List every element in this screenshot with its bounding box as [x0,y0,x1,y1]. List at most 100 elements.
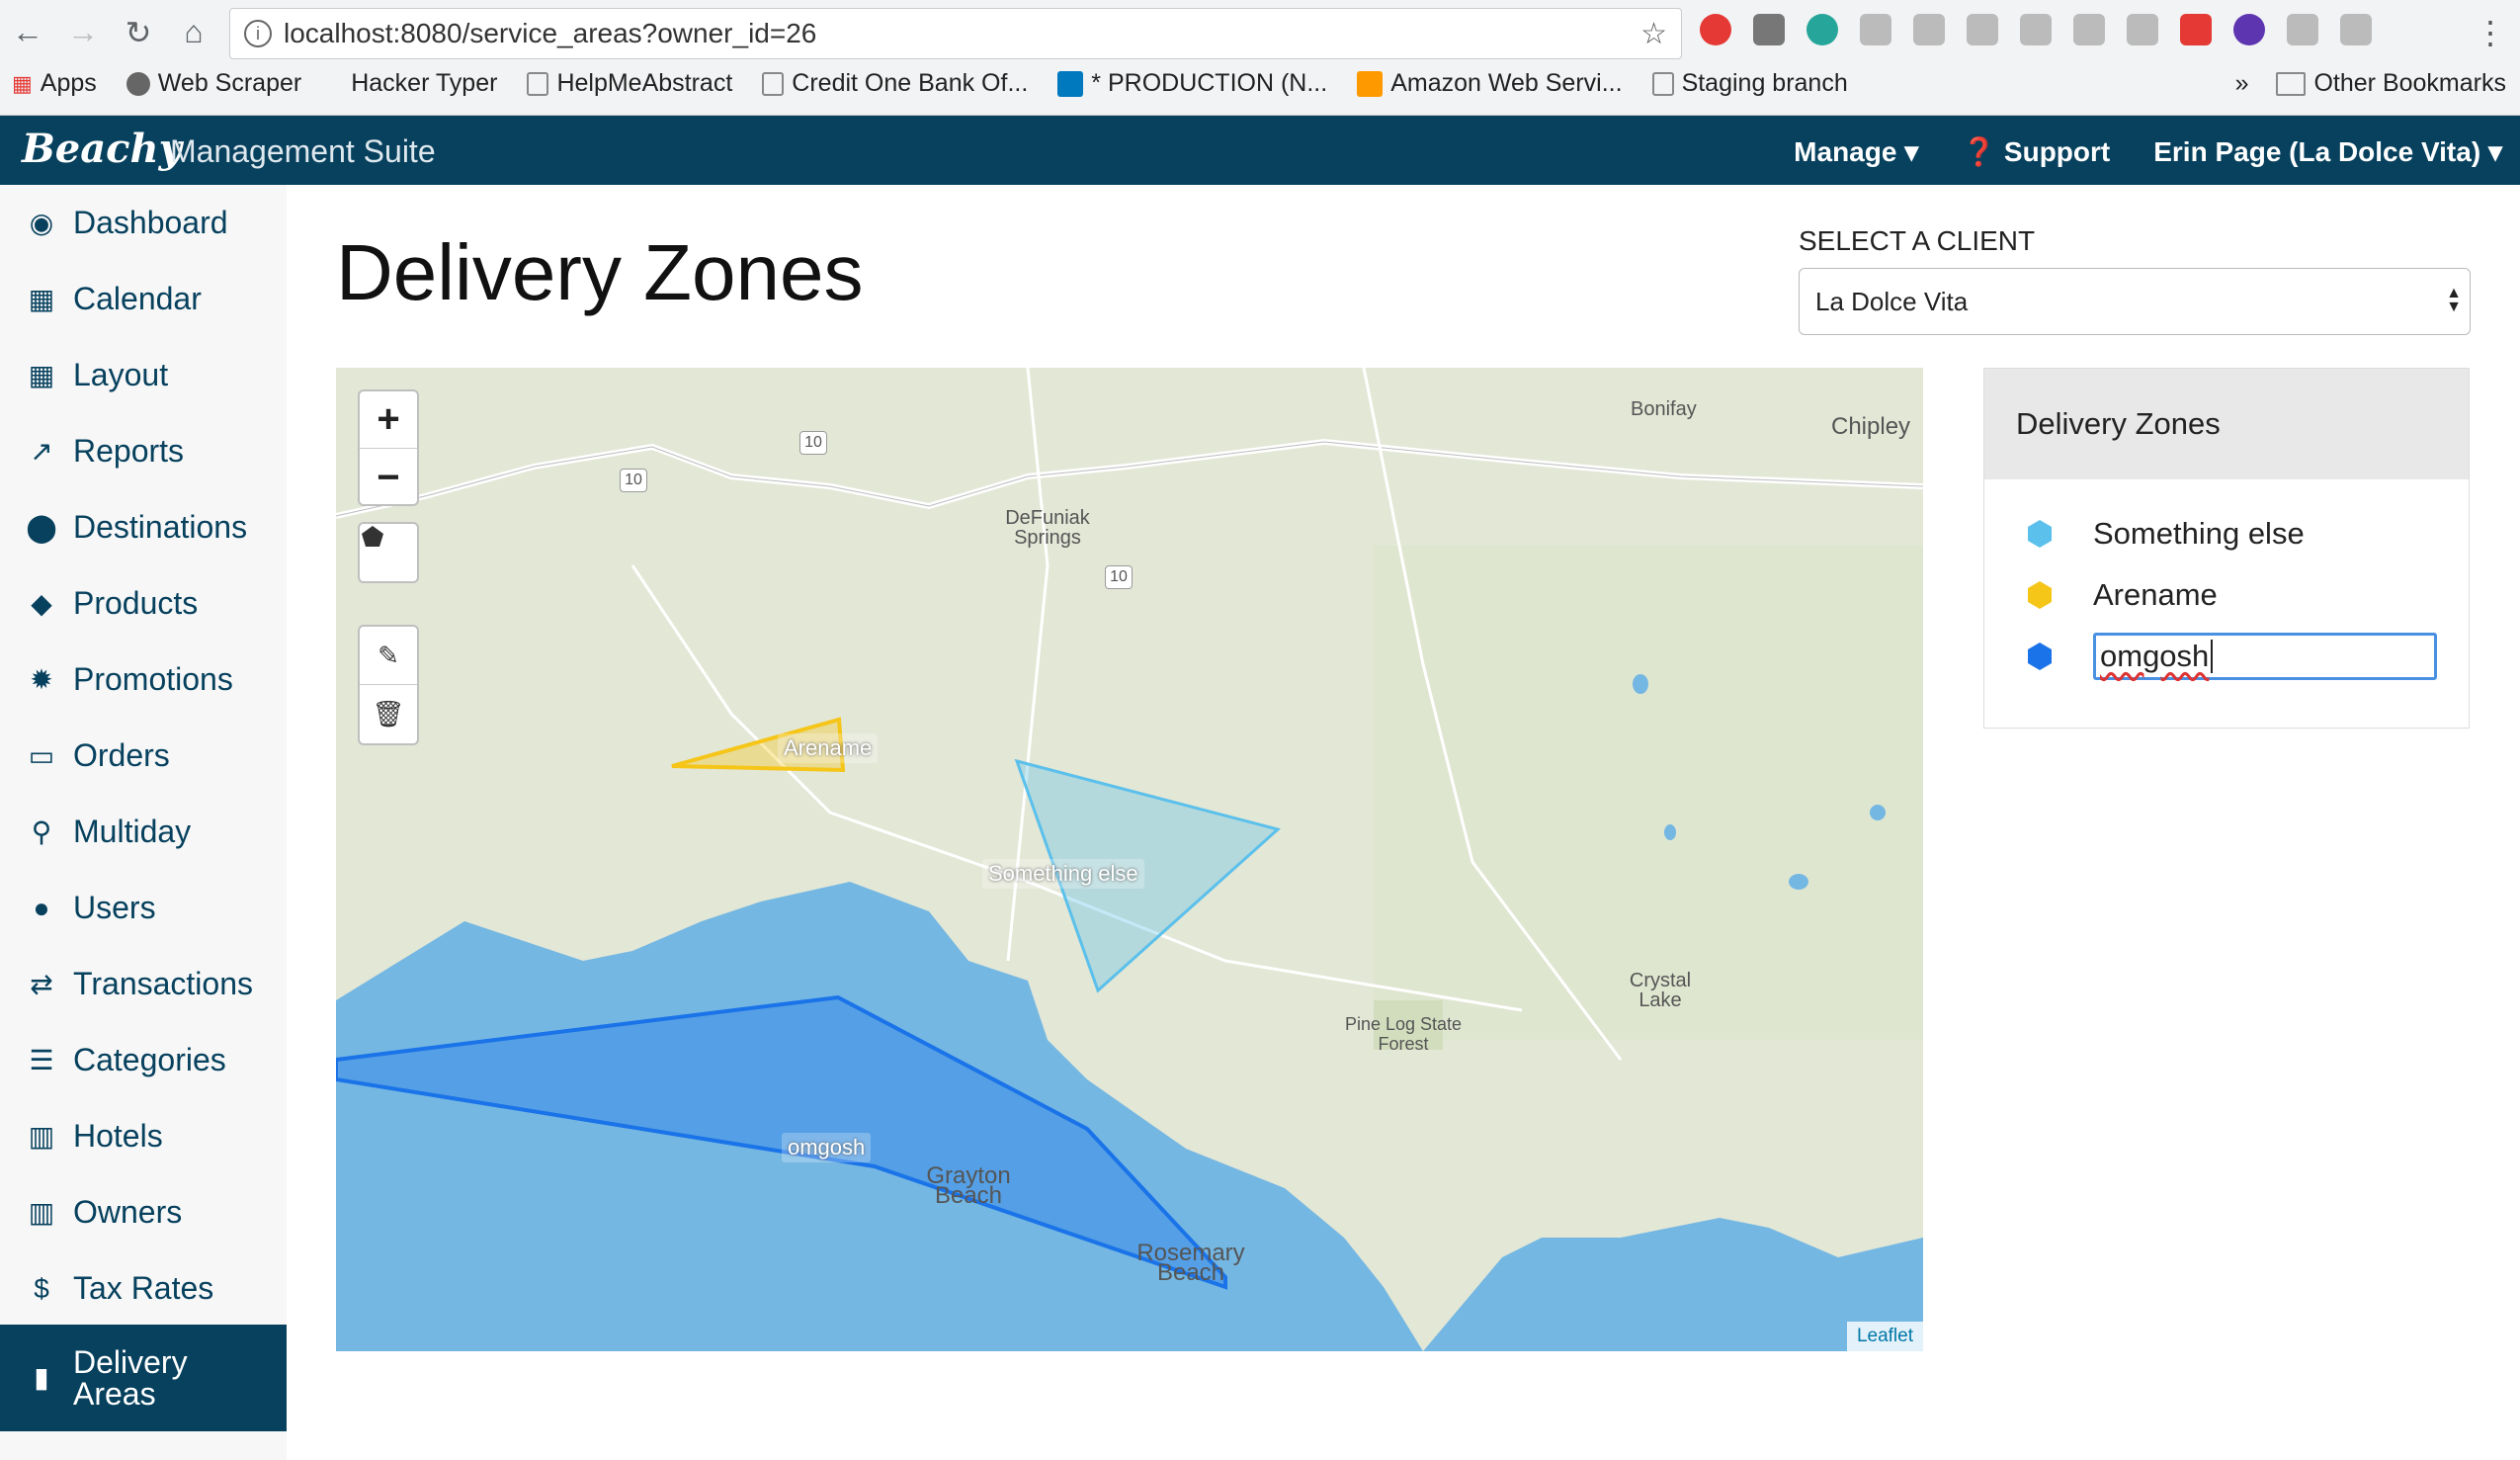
sidebar-item-reports[interactable]: ↗ Reports [0,413,287,489]
extension-icon[interactable] [2340,14,2372,45]
extension-icon[interactable] [1860,14,1891,45]
edit-toolbar: ✎ 🗑 [358,625,419,745]
logo[interactable]: Beachy [22,126,182,172]
info-icon[interactable]: i [244,20,272,47]
select-client-label: SELECT A CLIENT [1799,225,2036,256]
sidebar: ◉ Dashboard ▦ Calendar ▦ Layout ↗ Reports ⬤ D… [0,185,287,1460]
calendar-icon: ▦ [28,284,55,314]
bookmark-apps[interactable]: ▦ Apps [12,69,97,98]
zoom-out-button[interactable]: − [360,449,417,506]
sidebar-item-owners[interactable]: ▥ Owners [0,1174,287,1250]
place-grayton-beach: Grayton Beach [926,1162,1011,1209]
bookmark-web-scraper[interactable]: Web Scraper [126,69,301,98]
browser-chrome: ← → ↻ ⌂ i localhost:8080/service_areas?o… [0,0,2520,116]
question-circle-icon: ❓ [1962,136,1997,167]
bookmark-staging[interactable]: Staging branch [1651,69,1848,98]
star-icon[interactable]: ☆ [1640,17,1667,51]
zone-name-input[interactable]: omgosh [2093,633,2437,680]
draw-polygon-button[interactable] [358,522,419,583]
address-bar[interactable]: i localhost:8080/service_areas?owner_id=… [229,8,1682,59]
page-icon [527,71,549,96]
hexagon-icon [2028,520,2052,548]
highway-shield: 10 [1105,565,1133,589]
home-icon[interactable]: ⌂ [176,14,211,51]
app-suite-title: Management Suite [170,133,436,169]
bookmark-production[interactable]: * PRODUCTION (N... [1057,69,1327,98]
bookmark-credit-one[interactable]: Credit One Bank Of... [762,69,1028,98]
sidebar-item-calendar[interactable]: ▦ Calendar [0,261,287,337]
extension-icon[interactable] [2233,14,2265,45]
extension-icon[interactable] [2020,14,2052,45]
client-select[interactable]: La Dolce Vita ▲ ▼ [1799,268,2471,335]
truck-icon: ▮ [34,1362,49,1393]
sidebar-item-layout[interactable]: ▦ Layout [0,337,287,413]
highway-shield: 10 [620,469,647,492]
extension-icon[interactable] [2287,14,2318,45]
sidebar-item-hotels[interactable]: ▥ Hotels [0,1098,287,1174]
sidebar-item-multiday[interactable]: ⚲ Multiday [0,794,287,870]
menu-dots-icon[interactable]: ⋮ [2475,14,2506,51]
bookmark-aws[interactable]: Amazon Web Servi... [1357,69,1623,98]
forward-icon[interactable]: → [65,14,101,51]
sidebar-item-orders[interactable]: ▭ Orders [0,718,287,794]
extension-icon[interactable] [1700,14,1731,45]
sidebar-item-dashboard[interactable]: ◉ Dashboard [0,185,287,261]
dashboard-icon: ◉ [29,208,54,238]
extension-icon[interactable] [2180,14,2212,45]
user-menu[interactable]: Erin Page (La Dolce Vita) ▾ [2153,135,2502,168]
extension-icon[interactable] [1806,14,1838,45]
map[interactable]: Arename Something else omgosh Bonifay Ch… [336,368,1923,1351]
building-icon: ▥ [28,1197,55,1228]
pond [1633,674,1648,694]
sidebar-item-delivery-areas[interactable]: ▮ Delivery Areas [0,1325,287,1431]
zone-label-omgosh: omgosh [782,1133,872,1162]
bookmark-helpmeabstract[interactable]: HelpMeAbstract [527,69,732,98]
bookmarks-bar: ▦ Apps Web Scraper Hacker Typer HelpMeAbs… [12,69,1848,98]
chevron-right-icon: » [2234,69,2249,97]
sidebar-item-tax-rates[interactable]: $ Tax Rates [0,1250,287,1327]
pond [1664,824,1676,840]
sidebar-item-categories[interactable]: ☰ Categories [0,1022,287,1098]
place-crystal-lake: Crystal Lake [1629,970,1692,1011]
reload-icon[interactable]: ↻ [121,14,156,51]
zone-label-something-else: Something else [982,859,1144,889]
badge-icon: ✹ [30,664,53,695]
folder-icon [2276,71,2307,96]
bookmark-hacker-typer[interactable]: Hacker Typer [351,69,497,98]
grid-icon: ▦ [28,360,55,390]
highway-shield: 10 [799,431,827,455]
select-arrows-icon: ▲ ▼ [2446,285,2462,315]
zoom-in-button[interactable]: + [360,391,417,449]
manage-menu[interactable]: Manage ▾ [1794,135,1918,168]
trash-icon: 🗑 [372,699,405,729]
extension-icon[interactable] [1913,14,1945,45]
sidebar-item-products[interactable]: ◆ Products [0,565,287,642]
sidebar-item-promotions[interactable]: ✹ Promotions [0,642,287,718]
extension-icon[interactable] [1967,14,1998,45]
dollar-icon: $ [34,1272,49,1304]
sidebar-item-destinations[interactable]: ⬤ Destinations [0,489,287,565]
place-rosemary-beach: Rosemary Beach [1136,1240,1245,1286]
caret-down-icon: ▾ [2487,136,2502,167]
map-attribution[interactable]: Leaflet [1846,1322,1923,1351]
other-bookmarks[interactable]: » Other Bookmarks [2235,69,2506,98]
place-chipley: Chipley [1831,413,1911,440]
delete-layers-button[interactable]: 🗑 [360,685,417,743]
extension-icon[interactable] [2073,14,2105,45]
back-icon[interactable]: ← [10,14,45,51]
support-link[interactable]: ❓ Support [1962,135,2110,168]
zone-item-editing[interactable]: omgosh [2024,632,2437,681]
sidebar-item-transactions[interactable]: ⇄ Transactions [0,946,287,1022]
credit-card-icon: ▭ [28,740,55,771]
extension-icon[interactable] [2127,14,2158,45]
search-icon: ⚲ [31,816,52,847]
sidebar-item-users[interactable]: ● Users [0,870,287,946]
zone-item[interactable]: Arename [2024,570,2218,620]
zone-item[interactable]: Something else [2024,509,2305,558]
place-pine-log-state-forest: Pine Log State Forest [1344,1014,1463,1054]
delivery-zones-panel: Delivery Zones Something else Arename om… [1983,368,2470,729]
extension-icon[interactable] [1753,14,1785,45]
edit-icon: ✎ [378,640,399,670]
text-caret [2211,640,2214,673]
edit-layers-button[interactable]: ✎ [360,627,417,685]
